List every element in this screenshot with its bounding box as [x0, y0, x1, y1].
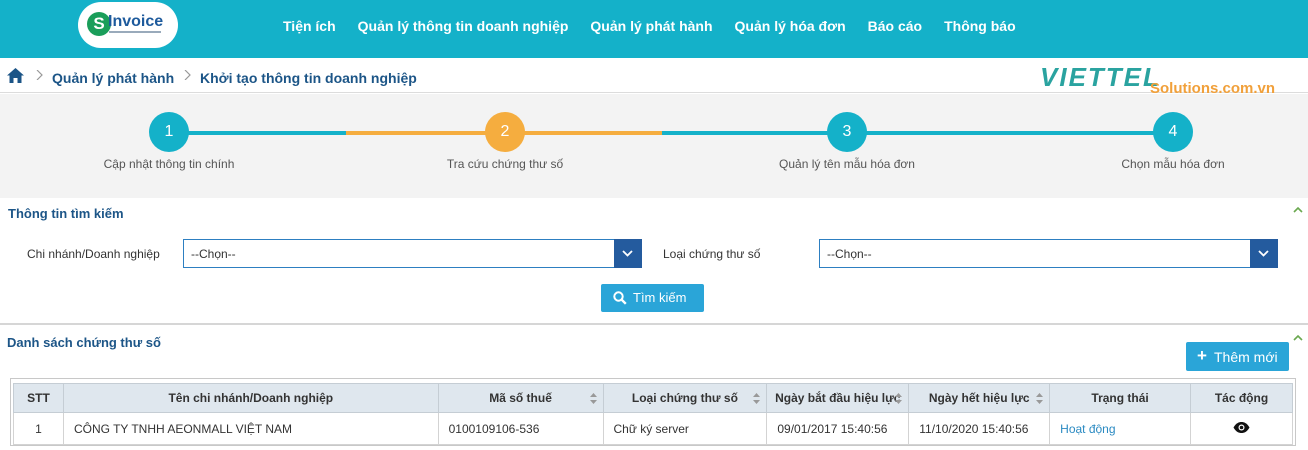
sort-icon[interactable]	[1036, 393, 1044, 404]
step-3-label: Quản lý tên mẫu hóa đơn	[779, 157, 915, 171]
collapse-icon[interactable]	[1293, 335, 1303, 341]
sort-icon[interactable]	[895, 393, 903, 404]
chevron-right-icon	[36, 70, 43, 80]
cell-tax-code: 0100109106-536	[437, 412, 604, 445]
menu-bao-cao[interactable]: Báo cáo	[857, 18, 933, 34]
cert-type-label: Loại chứng thư số	[663, 247, 761, 261]
step-1-circle[interactable]: 1	[149, 112, 189, 152]
col-end-date[interactable]: Ngày hết hiệu lực	[908, 383, 1051, 413]
home-icon[interactable]	[7, 68, 24, 83]
add-new-button-label: Thêm mới	[1214, 349, 1278, 365]
cert-type-select-value: --Chọn--	[827, 247, 872, 261]
col-tax-code[interactable]: Mã số thuế	[437, 383, 604, 413]
step-connector	[168, 131, 346, 135]
breadcrumb-quan-ly-phat-hanh[interactable]: Quản lý phát hành	[52, 70, 174, 86]
cell-start-date: 09/01/2017 15:40:56	[766, 412, 910, 445]
step-4-circle[interactable]: 4	[1153, 112, 1193, 152]
logo-tagline-bar	[109, 31, 161, 33]
menu-quan-ly-thong-tin-doanh-nghiep[interactable]: Quản lý thông tin doanh nghiệp	[347, 18, 580, 34]
branch-select-value: --Chọn--	[191, 247, 236, 261]
step-2-circle[interactable]: 2	[485, 112, 525, 152]
status-link[interactable]: Hoạt động	[1060, 422, 1115, 436]
col-start-date[interactable]: Ngày bắt đầu hiệu lực	[766, 383, 910, 413]
viettel-logo: VIETTEL	[1040, 62, 1161, 92]
certificate-table: STT Tên chi nhánh/Doanh nghiệp Mã số thu…	[13, 383, 1293, 445]
col-name[interactable]: Tên chi nhánh/Doanh nghiệp	[62, 383, 439, 413]
search-panel-title: Thông tin tìm kiếm	[8, 206, 124, 221]
cell-stt: 1	[13, 412, 64, 445]
chevron-down-icon[interactable]	[614, 239, 642, 268]
certificate-table-container: STT Tên chi nhánh/Doanh nghiệp Mã số thu…	[10, 378, 1296, 446]
top-navbar: S Invoice Tiện ích Quản lý thông tin doa…	[0, 0, 1308, 58]
sinvoice-logo[interactable]: S Invoice	[78, 2, 178, 48]
step-1-label: Cập nhật thông tin chính	[103, 157, 235, 171]
step-connector	[662, 131, 1173, 135]
step-2-label: Tra cứu chứng thư số	[446, 157, 564, 171]
search-button[interactable]: Tìm kiếm	[601, 284, 704, 312]
col-cert-type[interactable]: Loại chứng thư số	[602, 383, 768, 413]
sort-icon[interactable]	[753, 393, 761, 404]
col-stt: STT	[13, 383, 64, 413]
col-status[interactable]: Trạng thái	[1049, 383, 1192, 413]
cell-end-date: 11/10/2020 15:40:56	[908, 412, 1051, 445]
cell-cert-type: Chữ ký server	[602, 412, 768, 445]
sort-icon[interactable]	[589, 393, 597, 404]
step-4-label: Chọn mẫu hóa đơn	[1121, 157, 1225, 171]
breadcrumb-current-page: Khởi tạo thông tin doanh nghiệp	[200, 70, 417, 86]
cert-type-select[interactable]: --Chọn--	[819, 239, 1278, 268]
add-new-button[interactable]: + Thêm mới	[1186, 342, 1289, 371]
wizard-steps: 1 2 3 4 Cập nhật thông tin chính Tra cứu…	[0, 94, 1308, 198]
chevron-down-icon[interactable]	[1250, 239, 1278, 268]
cell-actions	[1190, 412, 1293, 445]
search-icon	[613, 291, 627, 305]
cell-name: CÔNG TY TNHH AEONMALL VIỆT NAM	[62, 412, 439, 445]
step-3-circle[interactable]: 3	[827, 112, 867, 152]
plus-icon: +	[1197, 346, 1207, 365]
branch-label: Chi nhánh/Doanh nghiệp	[27, 247, 160, 261]
list-panel-title: Danh sách chứng thư số	[7, 335, 161, 350]
menu-quan-ly-hoa-don[interactable]: Quản lý hóa đơn	[724, 18, 857, 34]
cell-status: Hoạt động	[1049, 412, 1192, 445]
menu-tien-ich[interactable]: Tiện ích	[272, 18, 347, 34]
logo-wordmark: Invoice	[108, 13, 164, 30]
menu-thong-bao[interactable]: Thông báo	[933, 18, 1027, 34]
table-header-row: STT Tên chi nhánh/Doanh nghiệp Mã số thu…	[13, 383, 1293, 413]
section-divider	[0, 323, 1308, 325]
col-actions: Tác động	[1190, 383, 1293, 413]
search-button-label: Tìm kiếm	[633, 290, 687, 305]
table-row[interactable]: 1 CÔNG TY TNHH AEONMALL VIỆT NAM 0100109…	[13, 412, 1293, 445]
branch-select[interactable]: --Chọn--	[183, 239, 642, 268]
eye-icon[interactable]	[1233, 421, 1250, 433]
chevron-right-icon	[184, 70, 191, 80]
main-menu: Tiện ích Quản lý thông tin doanh nghiệp …	[272, 0, 1027, 52]
collapse-icon[interactable]	[1293, 207, 1303, 213]
menu-quan-ly-phat-hanh[interactable]: Quản lý phát hành	[579, 18, 723, 34]
